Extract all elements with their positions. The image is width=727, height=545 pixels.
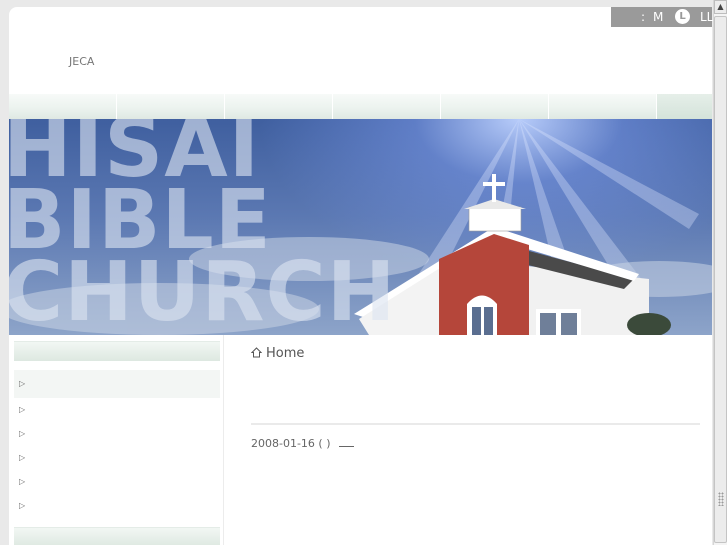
sidebar: ▷ ▷ ▷ ▷ ▷ ▷: [9, 335, 224, 545]
post-link-underline[interactable]: [338, 438, 354, 447]
triangle-right-icon: ▷: [19, 453, 26, 462]
triangle-right-icon: ▷: [19, 501, 26, 510]
nav-tab-3[interactable]: [225, 94, 332, 119]
font-size-medium-button[interactable]: M: [653, 10, 663, 24]
nav-tab-1[interactable]: [9, 94, 116, 119]
post-date: 2008-01-16 ( ): [251, 437, 331, 450]
sidebar-item[interactable]: ▷: [14, 446, 220, 470]
sidebar-item[interactable]: ▷: [14, 398, 220, 422]
font-size-switcher: : M L LL: [611, 7, 713, 27]
nav-tab-5[interactable]: [441, 94, 548, 119]
triangle-right-icon: ▷: [19, 405, 26, 414]
sidebar-menu: ▷ ▷ ▷ ▷ ▷ ▷: [14, 370, 220, 518]
sidebar-item[interactable]: ▷: [14, 470, 220, 494]
sidebar-header: [14, 341, 220, 361]
nav-tab-7[interactable]: [657, 94, 712, 119]
font-size-large-button[interactable]: L: [675, 9, 690, 24]
font-size-extra-large-button[interactable]: LL: [700, 10, 713, 24]
triangle-right-icon: ▷: [19, 379, 26, 388]
sidebar-footer: [14, 527, 220, 545]
post-meta: 2008-01-16 ( ): [251, 437, 354, 450]
church-banner: HISAI BIBLE CHURCH: [9, 119, 712, 335]
grip-icon: [718, 492, 724, 506]
sidebar-item[interactable]: ▷: [14, 422, 220, 446]
content-divider: [251, 423, 700, 425]
page-container: JECA HISAI BIBLE CHURCH ▷ ▷ ▷ ▷ ▷ ▷ Home…: [9, 7, 712, 545]
scroll-thumb[interactable]: [714, 16, 727, 543]
main-nav: [9, 94, 712, 119]
sidebar-item[interactable]: ▷: [14, 494, 220, 518]
home-icon: [251, 347, 262, 358]
nav-tab-2[interactable]: [117, 94, 224, 119]
breadcrumb[interactable]: Home: [251, 346, 304, 361]
banner-title: HISAI BIBLE CHURCH: [9, 119, 396, 334]
arrow-up-icon[interactable]: ▲: [714, 0, 727, 14]
triangle-right-icon: ▷: [19, 429, 26, 438]
sidebar-item[interactable]: ▷: [14, 370, 220, 398]
breadcrumb-home-label: Home: [266, 346, 305, 361]
size-separator: :: [641, 10, 646, 24]
triangle-right-icon: ▷: [19, 477, 26, 486]
nav-tab-4[interactable]: [333, 94, 440, 119]
main-content: Home 2008-01-16 ( ): [251, 335, 701, 545]
banner-title-line3: CHURCH: [9, 245, 397, 335]
nav-tab-6[interactable]: [549, 94, 656, 119]
org-label: JECA: [69, 55, 95, 68]
vertical-scrollbar[interactable]: ▲: [713, 0, 727, 545]
